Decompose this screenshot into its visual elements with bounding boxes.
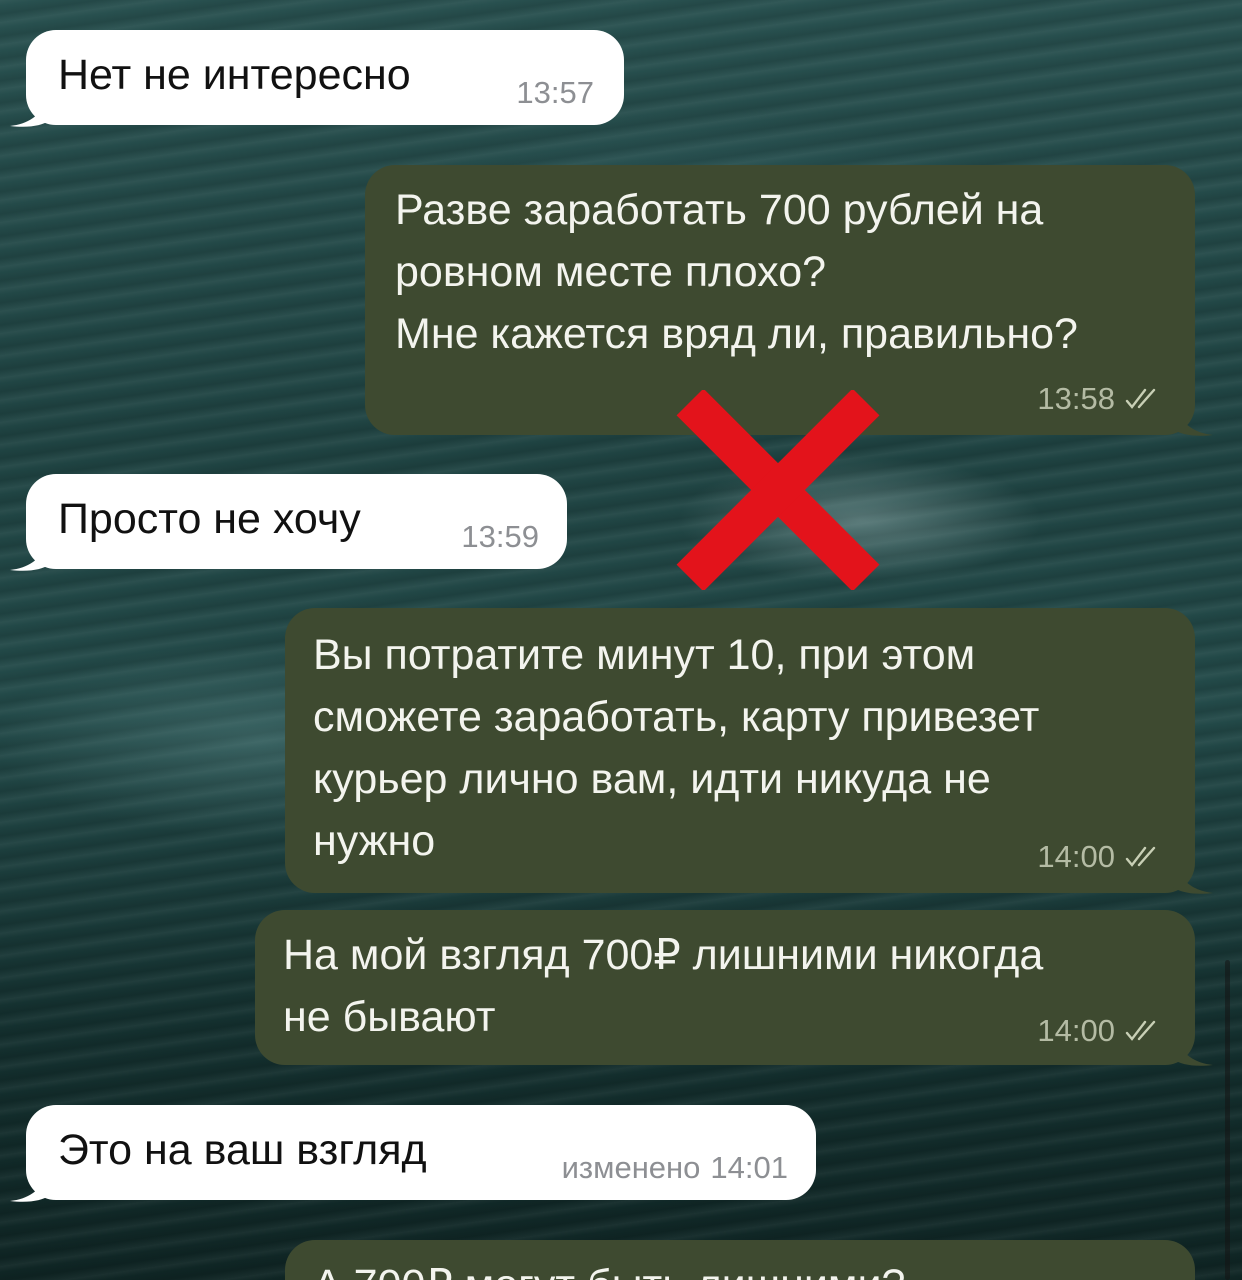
message-meta: 14:00 [1037,1013,1163,1049]
double-check-icon [1125,388,1156,409]
message-text: А 700₽ могут быть лишними? [313,1254,905,1280]
message-time: 13:57 [516,75,594,110]
bubble-tail [1173,1037,1213,1066]
message-text: На мой взгляд 700₽ лишними никогда не бы… [283,931,1044,1041]
message-time: 13:58 [1037,381,1115,416]
message-time: 14:01 [710,1150,788,1185]
message-meta: 14:00 [1037,839,1163,875]
message-bubble-outgoing[interactable]: А 700₽ могут быть лишними? [285,1240,1195,1280]
message-bubble-outgoing[interactable]: На мой взгляд 700₽ лишними никогда не бы… [255,910,1213,1066]
message-time: 14:00 [1037,839,1115,874]
edited-label: изменено [561,1150,701,1185]
bubble-tail [10,98,50,127]
message-bubble-incoming[interactable]: Это на ваш взгляд изменено 14:01 [10,1105,816,1202]
bubble-tail [1173,865,1213,894]
message-bubble-incoming[interactable]: Просто не хочу 13:59 [10,474,567,571]
message-meta: 13:58 [1037,381,1163,417]
message-time: 13:59 [461,519,539,554]
red-cross-icon [676,390,880,590]
bubble-tail [10,1173,50,1202]
scroll-indicator[interactable] [1225,960,1230,1280]
double-check-icon [1125,1020,1156,1041]
message-text: Нет не интересно [58,51,411,99]
bubble-tail [10,542,50,571]
message-meta: изменено 14:01 [562,1150,788,1186]
message-meta: 13:59 [461,519,539,555]
message-time: 14:00 [1037,1013,1115,1048]
message-text: Вы потратите минут 10, при этом сможете … [313,631,1040,865]
bubble-tail [1173,407,1213,436]
message-text: Разве заработать 700 рублей на ровном ме… [395,186,1078,358]
message-meta: 13:57 [516,75,594,111]
message-text: Просто не хочу [58,495,361,543]
message-bubble-outgoing[interactable]: Вы потратите минут 10, при этом сможете … [285,608,1213,894]
message-text: Это на ваш взгляд [58,1126,427,1174]
message-bubble-incoming[interactable]: Нет не интересно 13:57 [10,30,624,127]
double-check-icon [1125,846,1156,867]
